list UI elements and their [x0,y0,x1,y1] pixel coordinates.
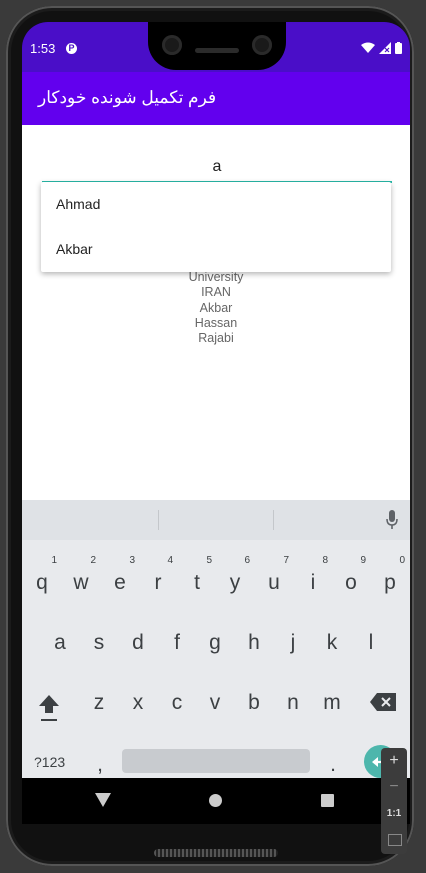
key-k[interactable]: k [317,623,347,663]
key-label: p [384,571,396,594]
autocomplete-input[interactable] [42,152,392,183]
key-label: r [154,571,162,594]
key-label: t [194,571,200,594]
status-time: 1:53 [30,41,56,56]
key-label: q [36,571,48,594]
key-i[interactable]: 8i [298,555,328,603]
speaker-grille [195,48,239,53]
app-bar: فرم تکمیل شونده خودکار [22,72,410,125]
home-icon[interactable] [209,794,222,807]
key-n[interactable]: n [278,683,308,723]
screen: 1:53 P فرم تکمیل شونده خودکار University… [22,22,410,824]
list-item: University [188,270,244,284]
key-number-hint: 7 [283,555,289,566]
main-content: University IRAN Akbar Hassan Rajabi Ahma… [22,125,410,500]
key-number-hint: 0 [399,555,405,566]
key-label: o [345,571,357,594]
list-item: Akbar [199,300,233,315]
list-item: IRAN [201,285,231,300]
actual-size-button[interactable]: 1:1 [381,808,407,819]
key-g[interactable]: g [200,623,230,663]
shift-icon[interactable] [37,693,61,723]
zoom-in-button[interactable]: + [381,752,407,770]
suggestion-divider [158,510,159,530]
key-z[interactable]: z [84,683,114,723]
battery-icon [395,42,402,54]
list-item: Rajabi [198,331,234,346]
key-e[interactable]: 3e [105,555,135,603]
status-icons [361,42,402,54]
key-label: y [229,571,241,594]
navigation-bar [22,778,410,824]
camera-icon [162,35,182,55]
key-y[interactable]: 6y [220,555,250,603]
zoom-out-button[interactable]: − [381,778,407,796]
keyboard-suggestion-strip [22,500,410,540]
key-c[interactable]: c [162,683,192,723]
key-b[interactable]: b [239,683,269,723]
key-label: u [268,571,280,594]
phone-frame: 1:53 P فرم تکمیل شونده خودکار University… [6,6,414,866]
fit-screen-icon[interactable] [388,834,402,846]
spacebar[interactable] [122,749,310,773]
key-q[interactable]: 1q [27,555,57,603]
key-a[interactable]: a [45,623,75,663]
key-l[interactable]: l [356,623,386,663]
emulator-zoom-panel: + − 1:1 [381,748,407,854]
key-d[interactable]: d [123,623,153,663]
key-s[interactable]: s [84,623,114,663]
suggestion-dropdown: Ahmad Akbar [41,182,391,272]
camera-icon [252,35,272,55]
back-icon[interactable] [95,793,111,807]
keyboard: 1q 2w 3e 4r 5t 6y 7u 8i 9o 0p a s d f g … [22,500,410,778]
microphone-icon[interactable] [386,510,398,530]
suggestion-item[interactable]: Ahmad [41,182,391,227]
app-notification-icon: P [66,43,77,54]
camera-notch [148,22,286,70]
key-number-hint: 4 [167,555,173,566]
key-label: e [114,571,126,594]
items-list: University IRAN Akbar Hassan Rajabi [22,270,410,346]
key-label: i [310,571,316,594]
signal-icon [379,42,391,54]
key-label: w [73,571,89,594]
key-f[interactable]: f [162,623,192,663]
key-m[interactable]: m [317,683,347,723]
key-j[interactable]: j [278,623,308,663]
key-v[interactable]: v [200,683,230,723]
key-o[interactable]: 9o [336,555,366,603]
wifi-icon [361,42,375,53]
suggestion-item[interactable]: Akbar [41,227,391,272]
key-x[interactable]: x [123,683,153,723]
app-title: فرم تکمیل شونده خودکار [38,88,217,107]
key-number-hint: 1 [51,555,57,566]
key-number-hint: 8 [322,555,328,566]
suggestion-divider [273,510,274,530]
recents-icon[interactable] [321,794,334,807]
key-r[interactable]: 4r [143,555,174,603]
key-t[interactable]: 5t [182,555,212,603]
key-u[interactable]: 7u [259,555,289,603]
key-number-hint: 5 [206,555,212,566]
bottom-speaker-grille [154,849,278,857]
list-item: Hassan [194,315,238,330]
key-number-hint: 9 [360,555,366,566]
key-p[interactable]: 0p [375,555,405,603]
symbols-key[interactable]: ?123 [34,742,70,782]
backspace-icon[interactable] [370,693,396,711]
key-w[interactable]: 2w [66,555,96,603]
key-number-hint: 2 [90,555,96,566]
key-number-hint: 6 [244,555,250,566]
key-h[interactable]: h [239,623,269,663]
key-number-hint: 3 [129,555,135,566]
